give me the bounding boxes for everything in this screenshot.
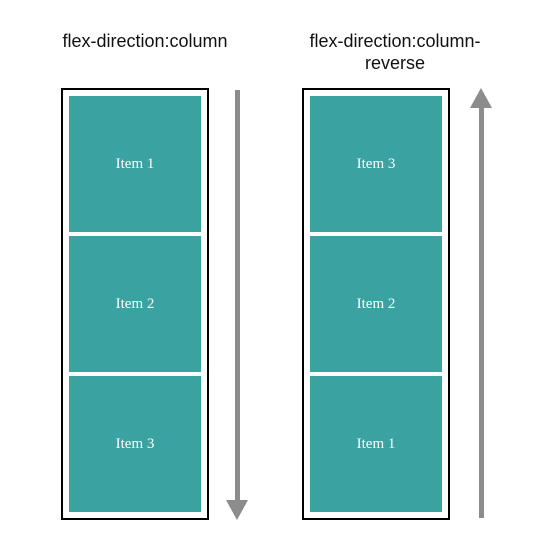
flex-item: Item 2 [69,236,201,372]
flex-item: Item 1 [310,376,442,512]
direction-arrow-up-icon [470,88,492,518]
flex-container-column: Item 1 Item 2 Item 3 [61,88,209,520]
flex-container-column-reverse: Item 3 Item 2 Item 1 [302,88,450,520]
direction-arrow-down-icon [226,90,248,520]
heading-column: flex-direction:column [40,30,250,52]
flex-item: Item 1 [69,96,201,232]
flex-item: Item 3 [310,96,442,232]
heading-column-reverse: flex-direction:column-reverse [290,30,500,74]
diagram-stage: flex-direction:column flex-direction:col… [0,0,560,560]
flex-item: Item 2 [310,236,442,372]
flex-item: Item 3 [69,376,201,512]
